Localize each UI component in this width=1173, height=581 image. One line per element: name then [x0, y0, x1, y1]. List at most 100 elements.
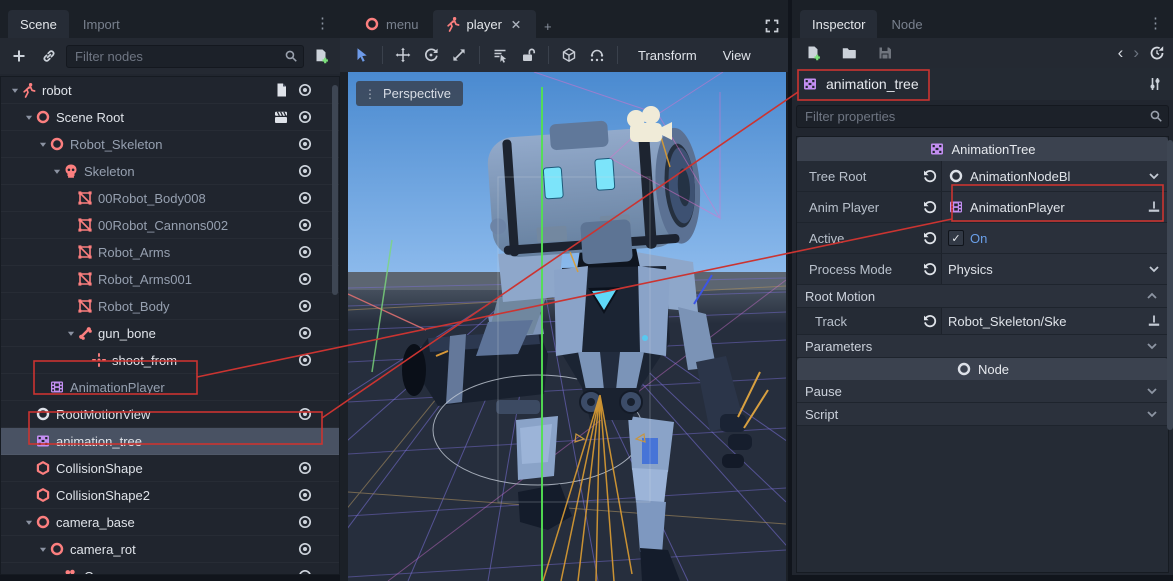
tab-scene-import[interactable]: Import — [71, 10, 132, 38]
tree-expander[interactable] — [49, 166, 63, 177]
visibility-eye-icon[interactable] — [297, 271, 313, 287]
tab-node[interactable]: Node — [879, 10, 934, 38]
tree-node-robot[interactable]: robot — [1, 77, 339, 104]
visibility-eye-icon[interactable] — [297, 325, 313, 341]
tree-node-skeleton[interactable]: Skeleton — [1, 158, 339, 185]
visibility-eye-icon[interactable] — [297, 190, 313, 206]
tree-expander[interactable] — [63, 328, 77, 339]
tree-node-camera-base[interactable]: camera_base — [1, 509, 339, 536]
visibility-eye-icon[interactable] — [297, 163, 313, 179]
node-tools-icon[interactable] — [1147, 76, 1163, 92]
instance-scene-button[interactable] — [36, 44, 62, 68]
filter-properties-input[interactable] — [796, 105, 1169, 128]
revert-button[interactable] — [919, 161, 941, 191]
filter-nodes-input[interactable] — [66, 45, 304, 68]
property-value[interactable]: AnimationNodeBl — [941, 161, 1168, 191]
visibility-eye-icon[interactable] — [297, 136, 313, 152]
tree-node-scene-root[interactable]: Scene Root — [1, 104, 339, 131]
view-menu[interactable]: View — [711, 48, 763, 63]
tree-expander[interactable] — [7, 85, 21, 96]
revert-button[interactable] — [919, 192, 941, 222]
visibility-eye-icon[interactable] — [297, 487, 313, 503]
tree-node-rootmotionview[interactable]: RootMotionView — [1, 401, 339, 428]
cube-tool-button[interactable] — [555, 42, 583, 68]
tree-node-robot-skeleton[interactable]: Robot_Skeleton — [1, 131, 339, 158]
tree-node-label: Camera — [84, 569, 130, 576]
script-icon[interactable] — [273, 82, 289, 98]
perspective-button[interactable]: ⋮ Perspective — [356, 81, 463, 106]
tree-node-camera-rot[interactable]: camera_rot — [1, 536, 339, 563]
visibility-eye-icon[interactable] — [297, 406, 313, 422]
lock-tool-button[interactable] — [514, 42, 542, 68]
tree-node-collisionshape2[interactable]: CollisionShape2 — [1, 482, 339, 509]
section-root-motion[interactable]: Root Motion — [797, 285, 1168, 308]
tab-player[interactable]: player — [433, 10, 536, 38]
inspector-panel-menu[interactable]: ⋮ — [1148, 14, 1173, 38]
new-resource-button[interactable] — [800, 41, 826, 65]
visibility-eye-icon[interactable] — [297, 514, 313, 530]
revert-button[interactable] — [919, 254, 941, 284]
tab-menu[interactable]: menu — [352, 10, 431, 38]
visibility-eye-icon[interactable] — [297, 568, 313, 575]
snap-tool-button[interactable] — [583, 42, 611, 68]
tree-node-robot-arms[interactable]: Robot_Arms — [1, 239, 339, 266]
scene-panel-menu[interactable]: ⋮ — [315, 14, 340, 38]
visibility-eye-icon[interactable] — [297, 460, 313, 476]
save-resource-button[interactable] — [872, 41, 898, 65]
attach-script-button[interactable] — [308, 44, 334, 68]
tree-node-animation-tree[interactable]: animation_tree — [1, 428, 339, 455]
property-value[interactable]: Robot_Skeleton/Ske — [941, 308, 1168, 334]
revert-button[interactable] — [919, 223, 941, 253]
assign-icon[interactable] — [1146, 199, 1162, 215]
rotate-tool-button[interactable] — [417, 42, 445, 68]
clapper-icon[interactable] — [273, 109, 289, 125]
dropdown-chevron-icon[interactable] — [1146, 168, 1162, 184]
history-icon[interactable] — [1149, 45, 1165, 61]
tab-inspector[interactable]: Inspector — [800, 10, 877, 38]
scene-tree-scrollbar[interactable] — [332, 85, 338, 295]
visibility-eye-icon[interactable] — [297, 217, 313, 233]
history-forward-button[interactable]: › — [1133, 43, 1139, 63]
history-back-button[interactable]: ‹ — [1118, 43, 1124, 63]
section-script[interactable]: Script — [797, 403, 1168, 426]
tree-node-shoot-from[interactable]: shoot_from — [1, 347, 339, 374]
visibility-eye-icon[interactable] — [297, 541, 313, 557]
dropdown-chevron-icon[interactable] — [1146, 261, 1162, 277]
tree-expander[interactable] — [35, 544, 49, 555]
tree-node-robot-arms001[interactable]: Robot_Arms001 — [1, 266, 339, 293]
assign-icon[interactable] — [1146, 313, 1162, 329]
add-node-button[interactable] — [6, 44, 32, 68]
tree-node-00robot-cannons002[interactable]: 00Robot_Cannons002 — [1, 212, 339, 239]
revert-button[interactable] — [919, 308, 941, 334]
tree-expander[interactable] — [21, 517, 35, 528]
tree-node-00robot-body008[interactable]: 00Robot_Body008 — [1, 185, 339, 212]
transform-menu[interactable]: Transform — [626, 48, 709, 63]
visibility-eye-icon[interactable] — [297, 352, 313, 368]
property-value[interactable]: AnimationPlayer — [941, 192, 1168, 222]
tree-node-animationplayer[interactable]: AnimationPlayer — [1, 374, 339, 401]
visibility-eye-icon[interactable] — [297, 82, 313, 98]
property-value[interactable]: ✓On — [941, 223, 1168, 253]
scale-tool-button[interactable] — [445, 42, 473, 68]
property-value[interactable]: Physics — [941, 254, 1168, 284]
tab-scene-scene[interactable]: Scene — [8, 10, 69, 38]
tree-node-collisionshape[interactable]: CollisionShape — [1, 455, 339, 482]
load-resource-button[interactable] — [836, 41, 862, 65]
move-tool-button[interactable] — [389, 42, 417, 68]
section-pause[interactable]: Pause — [797, 380, 1168, 403]
viewport-3d[interactable]: ⋮ Perspective — [348, 72, 786, 581]
visibility-eye-icon[interactable] — [297, 244, 313, 260]
visibility-eye-icon[interactable] — [297, 298, 313, 314]
tree-expander[interactable] — [21, 112, 35, 123]
listsel-tool-button[interactable] — [486, 42, 514, 68]
visibility-eye-icon[interactable] — [297, 109, 313, 125]
new-scene-tab-button[interactable]: + — [538, 19, 562, 38]
select-tool-button[interactable] — [348, 42, 376, 68]
section-parameters[interactable]: Parameters — [797, 335, 1168, 358]
checkbox[interactable]: ✓ — [948, 230, 964, 246]
tree-expander[interactable] — [35, 139, 49, 150]
inspector-scrollbar[interactable] — [1167, 140, 1173, 430]
tree-node-robot-body[interactable]: Robot_Body — [1, 293, 339, 320]
tree-node-gun-bone[interactable]: gun_bone — [1, 320, 339, 347]
tree-node-camera[interactable]: Camera — [1, 563, 339, 575]
